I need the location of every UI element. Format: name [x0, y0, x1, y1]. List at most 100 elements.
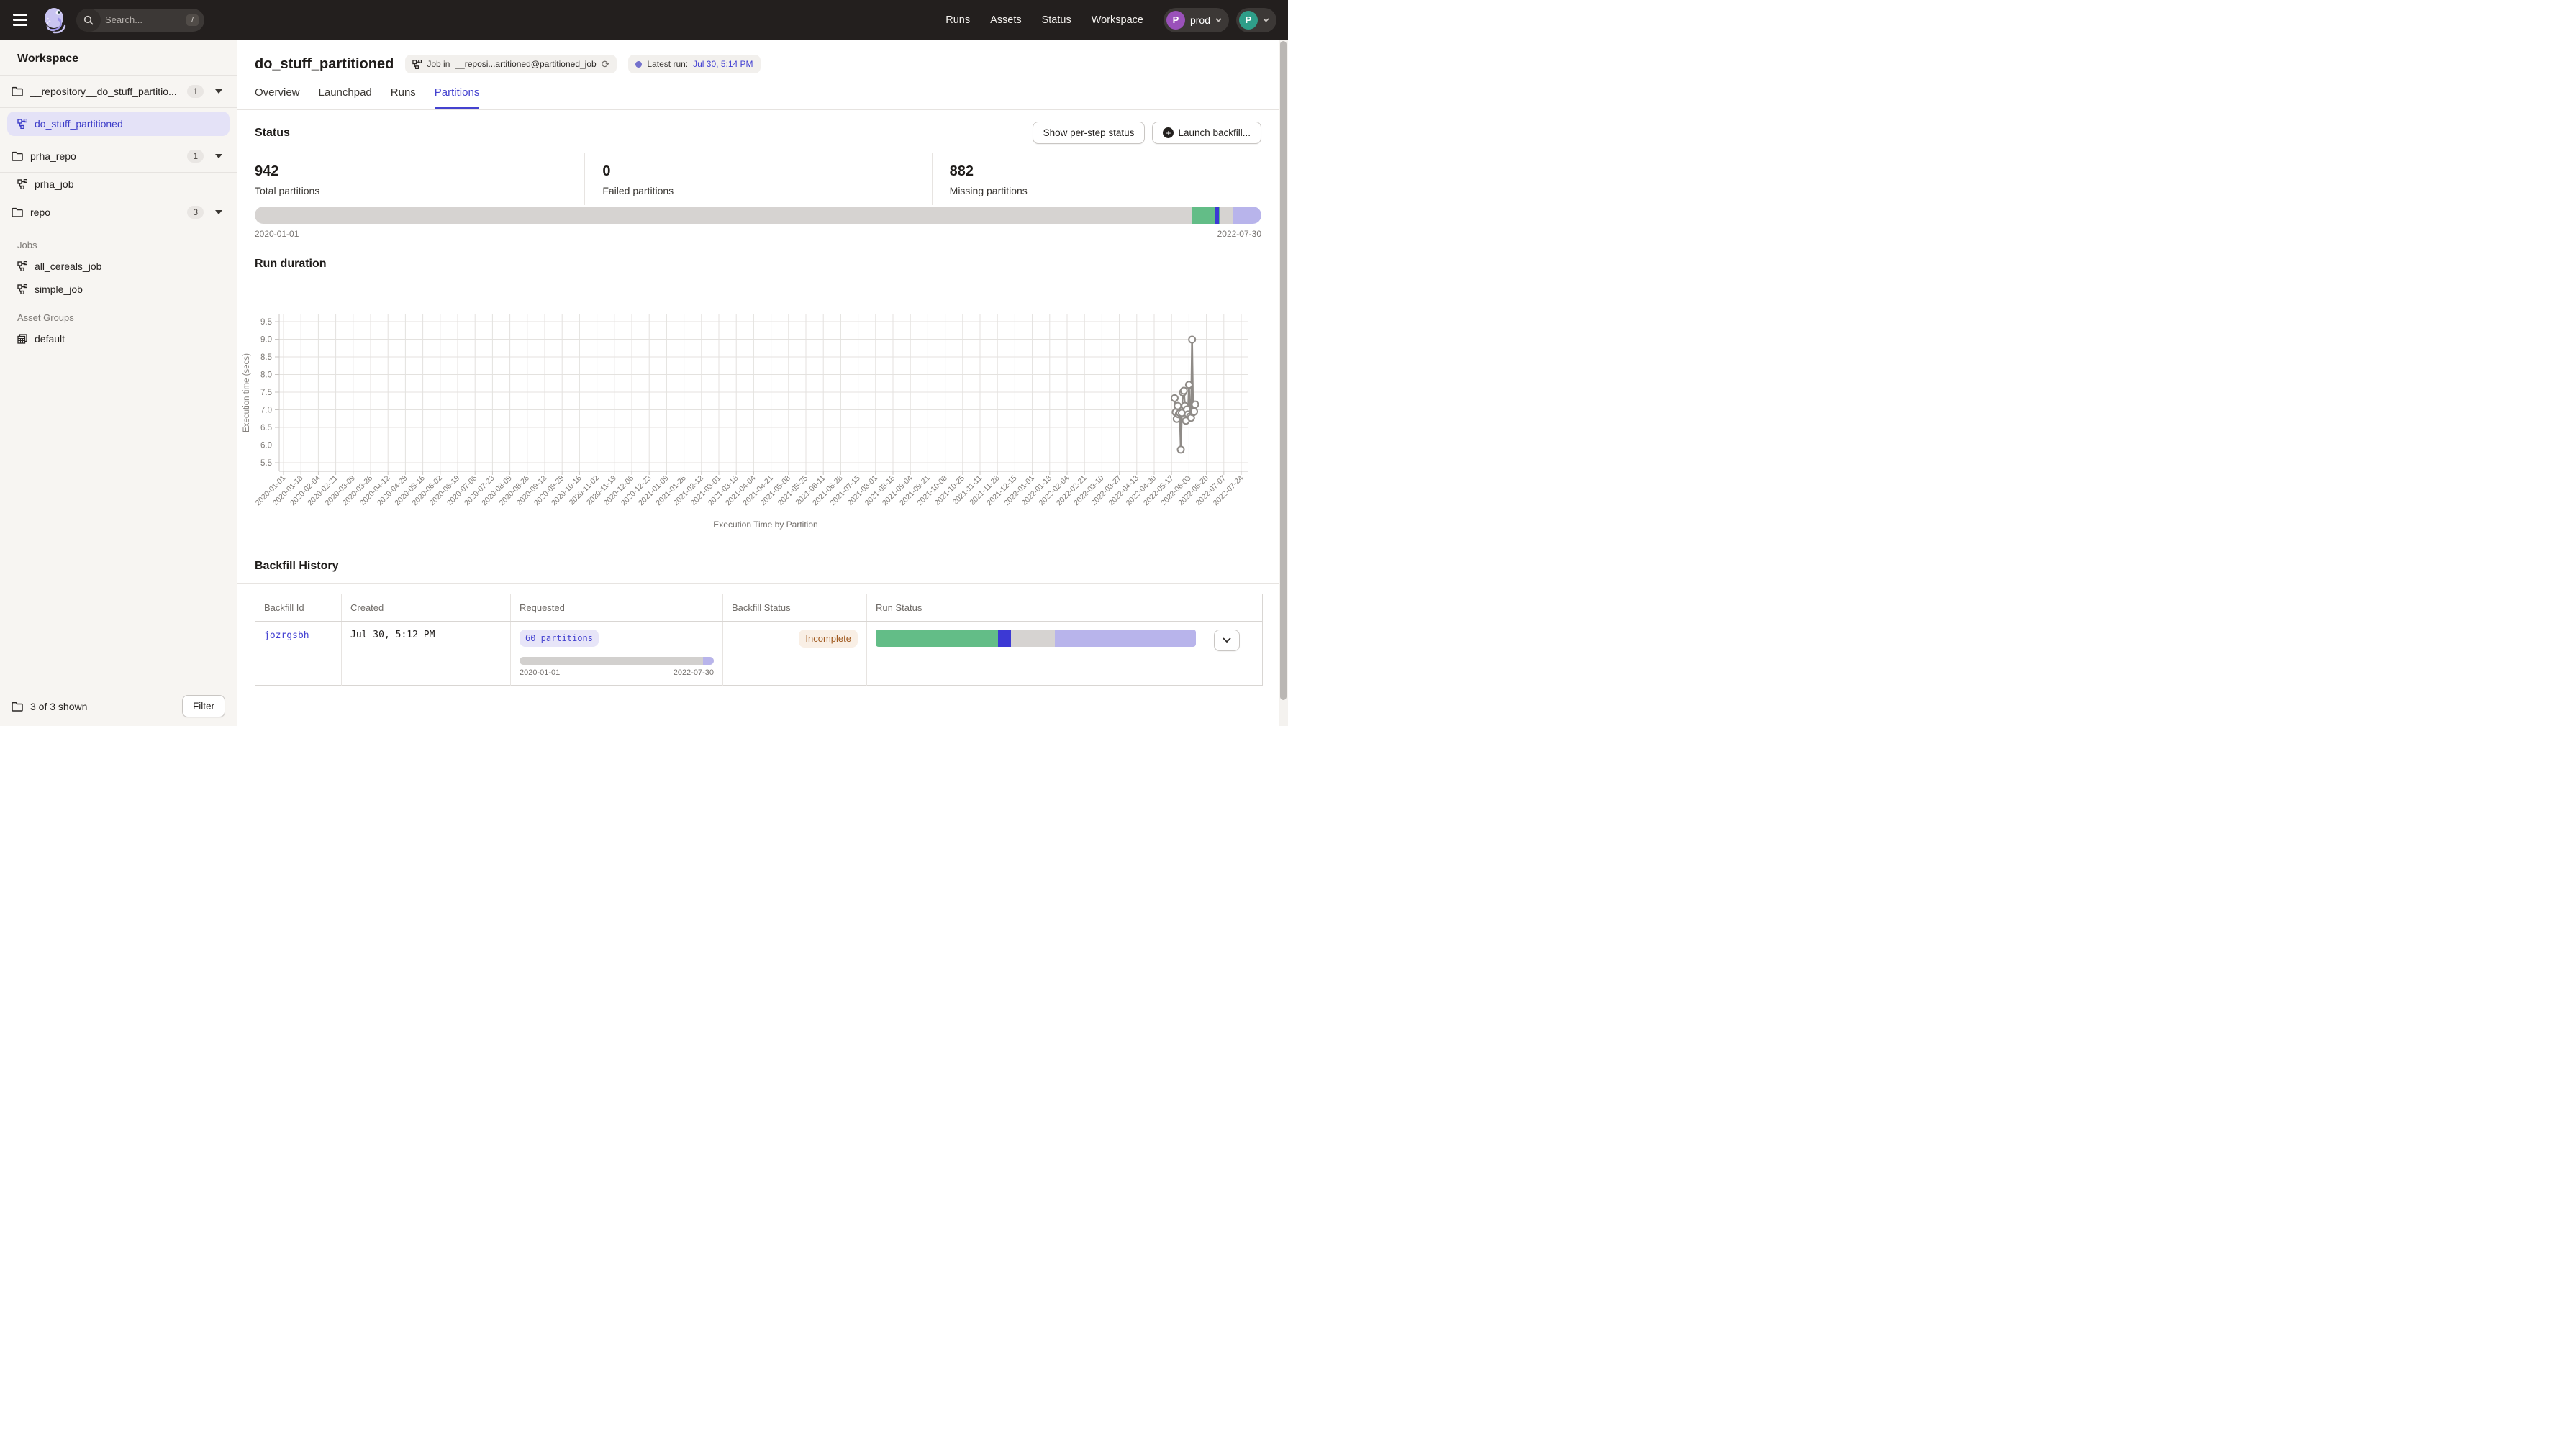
search-shortcut-key: /: [186, 14, 199, 26]
page-title: do_stuff_partitioned: [255, 56, 394, 73]
partition-status-bar[interactable]: [255, 207, 1261, 224]
partition-bar-segment: [255, 207, 1192, 224]
sidebar-item-label: repo: [30, 207, 180, 218]
job-icon: [412, 60, 422, 69]
search-input[interactable]: [101, 14, 186, 25]
chevron-down-icon[interactable]: [215, 210, 222, 214]
sidebar-item-simple-job[interactable]: simple_job: [0, 278, 237, 301]
latest-run-link[interactable]: Jul 30, 5:14 PM: [693, 59, 753, 69]
sidebar-item-default[interactable]: default: [0, 327, 237, 350]
deployment-switcher[interactable]: P prod: [1164, 8, 1229, 32]
sidebar-footer: 3 of 3 shown Filter: [0, 686, 237, 726]
deployment-avatar: P: [1166, 11, 1185, 30]
svg-text:7.5: 7.5: [260, 389, 272, 397]
filter-button[interactable]: Filter: [182, 695, 225, 717]
tab-partitions[interactable]: Partitions: [435, 86, 480, 109]
stat-failed-partitions: 0Failed partitions: [584, 153, 931, 205]
sidebar-title: Workspace: [0, 40, 237, 75]
backfill-table: Backfill IdCreatedRequestedBackfill Stat…: [255, 594, 1263, 686]
requested-range-start: 2020-01-01: [520, 668, 560, 677]
folder-icon: [12, 151, 23, 161]
job-icon: [17, 284, 27, 294]
column-header-run-status: Run Status: [867, 594, 1205, 622]
latest-run-label: Latest run:: [647, 59, 688, 69]
job-origin-link[interactable]: __reposi...artitioned@partitioned_job: [455, 59, 596, 69]
status-heading: Status: [255, 127, 290, 140]
svg-text:7.0: 7.0: [260, 407, 272, 415]
backfill-id-link[interactable]: jozrgsbh: [264, 630, 309, 641]
run-status-bar[interactable]: [876, 630, 1196, 647]
sidebar-item-label: prha_job: [35, 178, 227, 190]
show-per-step-status-button[interactable]: Show per-step status: [1033, 122, 1146, 144]
partition-range-end: 2022-07-30: [1217, 229, 1261, 239]
expand-row-button[interactable]: [1214, 630, 1240, 651]
repo-count-label: 3 of 3 shown: [30, 701, 87, 712]
sidebar-item-all-cereals-job[interactable]: all_cereals_job: [0, 255, 237, 278]
main-content: do_stuff_partitioned Job in __reposi...a…: [237, 40, 1279, 726]
top-nav: / Runs Assets Status Workspace P prod P: [0, 0, 1288, 40]
partition-bar-segment: [1192, 207, 1215, 224]
chevron-down-icon[interactable]: [215, 154, 222, 158]
nav-link-status[interactable]: Status: [1042, 14, 1071, 26]
tab-launchpad[interactable]: Launchpad: [319, 86, 372, 109]
stat-value: 942: [255, 163, 567, 180]
job-count-badge: 1: [187, 85, 204, 98]
search-box[interactable]: /: [76, 9, 204, 32]
nav-link-runs[interactable]: Runs: [945, 14, 970, 26]
chevron-down-icon: [1223, 637, 1231, 643]
launch-backfill-button[interactable]: + Launch backfill...: [1152, 122, 1261, 144]
run-duration-heading: Run duration: [237, 239, 1279, 281]
search-icon: [76, 9, 101, 32]
requested-partitions-badge[interactable]: 60 partitions: [520, 630, 599, 647]
stat-missing-partitions: 882 Missing partitions: [932, 153, 1279, 205]
run-duration-chart: 5.56.06.57.07.58.08.59.09.52020-01-01202…: [237, 293, 1259, 534]
reload-icon[interactable]: ⟳: [602, 58, 610, 71]
sidebar-section-asset-groups: Asset Groups: [0, 301, 237, 327]
vertical-scrollbar[interactable]: [1279, 40, 1288, 726]
chevron-down-icon[interactable]: [215, 89, 222, 94]
svg-text:5.5: 5.5: [260, 459, 272, 468]
job-icon: [17, 119, 27, 129]
backfill-history-heading: Backfill History: [237, 534, 1279, 583]
stat-label: Missing partitions: [950, 185, 1261, 196]
user-menu[interactable]: P: [1236, 8, 1276, 32]
folder-icon: [12, 86, 23, 96]
workspace-sidebar: Workspace __repository__do_stuff_partiti…: [0, 40, 237, 726]
sidebar-item-repo[interactable]: repo3: [0, 196, 237, 228]
sidebar-item-do-stuff-partitioned[interactable]: do_stuff_partitioned: [7, 112, 230, 136]
job-count-badge: 1: [187, 150, 204, 163]
svg-text:Execution time (secs): Execution time (secs): [242, 353, 251, 432]
sidebar-item--repository-do-stuff-partitio-[interactable]: __repository__do_stuff_partitio...1: [0, 76, 237, 107]
partition-range-start: 2020-01-01: [255, 229, 299, 239]
tab-runs[interactable]: Runs: [391, 86, 416, 109]
tab-overview[interactable]: Overview: [255, 86, 300, 109]
nav-link-assets[interactable]: Assets: [990, 14, 1022, 26]
run-status-segment: [1117, 630, 1196, 647]
job-origin-pill: Job in __reposi...artitioned@partitioned…: [405, 55, 617, 73]
user-avatar: P: [1239, 11, 1258, 30]
run-status-segment: [876, 630, 998, 647]
dagster-logo-icon[interactable]: [40, 6, 69, 35]
svg-text:8.5: 8.5: [260, 353, 272, 362]
job-icon: [17, 179, 27, 189]
sidebar-item-prha-job[interactable]: prha_job: [0, 173, 237, 196]
svg-text:6.5: 6.5: [260, 424, 272, 432]
nav-link-workspace[interactable]: Workspace: [1092, 14, 1143, 26]
svg-text:8.0: 8.0: [260, 371, 272, 380]
stat-label: Total partitions: [255, 185, 567, 196]
sidebar-section-jobs: Jobs: [0, 228, 237, 255]
asset-group-icon: [17, 334, 27, 344]
stat-value: 882: [950, 163, 1261, 180]
sidebar-item-prha-repo[interactable]: prha_repo1: [0, 140, 237, 172]
job-tabs: Overview Launchpad Runs Partitions: [237, 73, 1279, 110]
requested-range-bar: [520, 657, 714, 665]
chevron-down-icon: [1215, 18, 1222, 22]
backfill-created: Jul 30, 5:12 PM: [342, 622, 511, 686]
stat-label: Failed partitions: [602, 185, 914, 196]
run-status-segment: [1055, 630, 1116, 647]
latest-run-pill: Latest run: Jul 30, 5:14 PM: [628, 55, 760, 73]
svg-text:9.0: 9.0: [260, 336, 272, 345]
column-header-created: Created: [342, 594, 511, 622]
menu-icon[interactable]: [7, 7, 33, 33]
folder-icon: [12, 207, 23, 217]
